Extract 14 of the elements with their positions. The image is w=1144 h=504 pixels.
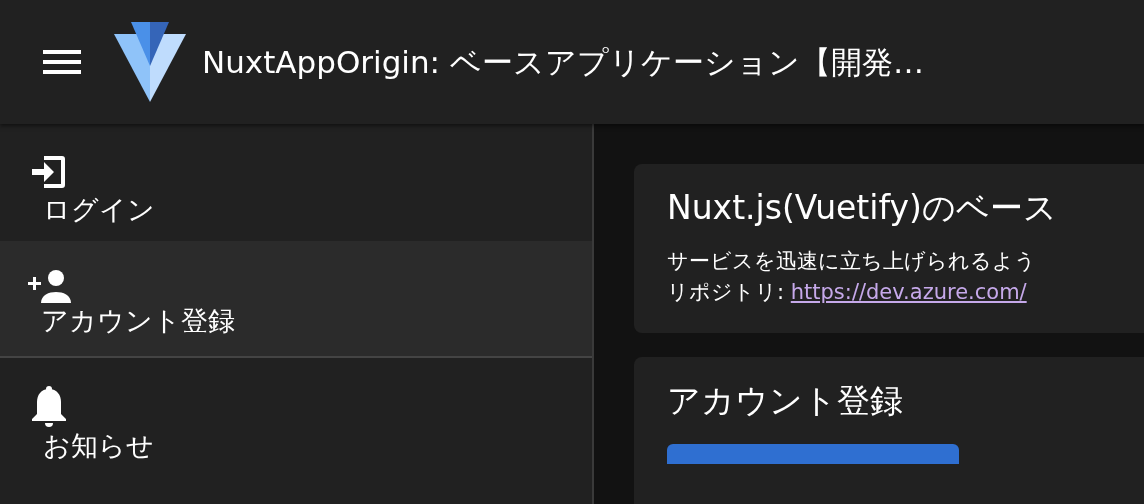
sidebar-item[interactable]: ログイン [0,124,592,241]
repository-label: リポジトリ: [667,279,786,307]
card-title: Nuxt.js(Vuetify)のベース [667,188,1058,228]
logo-icon [114,22,186,102]
sidebar-item[interactable]: アカウント登録 [0,241,592,358]
bell-icon [30,386,68,428]
sidebar-item[interactable]: お知らせ [0,358,592,475]
person-add-icon [28,269,74,303]
card-title: アカウント登録 [667,380,904,421]
card-text: サービスを迅速に立ち上げられるよう [667,247,1037,275]
menu-icon[interactable] [43,50,81,74]
app-title: NuxtAppOrigin: ベースアプリケーション【開発… [202,42,924,82]
repository-link[interactable]: https://dev.azure.com/ [790,277,1027,309]
primary-button[interactable] [667,444,959,465]
